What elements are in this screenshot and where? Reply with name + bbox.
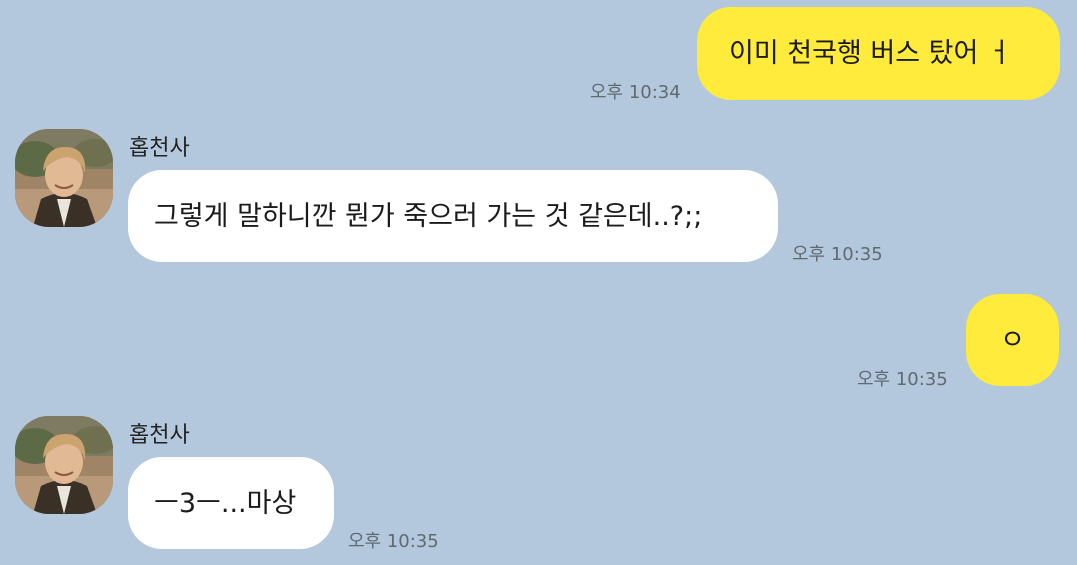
contact-name: 홉천사 [129, 136, 190, 161]
my-message-bubble[interactable]: 이미 천국행 버스 탔어 ㅓ [697, 7, 1060, 100]
my-message-bubble[interactable]: ㅇ [966, 294, 1059, 386]
message-timestamp: 오후 10:34 [590, 82, 681, 103]
message-timestamp: 오후 10:35 [792, 244, 883, 265]
contact-avatar[interactable] [15, 416, 113, 514]
message-text: ㅇ [1000, 324, 1025, 356]
chat-window: 이미 천국행 버스 탔어 ㅓ 오후 10:34 홉천사 그렇게 말하니깐 뭔가 … [0, 0, 1077, 565]
message-timestamp: 오후 10:35 [857, 369, 948, 390]
their-message-bubble[interactable]: ㅡ3ㅡ...마상 [128, 457, 334, 549]
message-timestamp: 오후 10:35 [348, 531, 439, 552]
contact-name: 홉천사 [129, 423, 190, 448]
message-text: 이미 천국행 버스 탔어 ㅓ [729, 38, 1012, 69]
message-text: ㅡ3ㅡ...마상 [154, 487, 297, 519]
profile-photo-icon [15, 129, 113, 227]
message-text: 그렇게 말하니깐 뭔가 죽으러 가는 것 같은데..?;; [154, 200, 703, 232]
profile-photo-icon [15, 416, 113, 514]
their-message-bubble[interactable]: 그렇게 말하니깐 뭔가 죽으러 가는 것 같은데..?;; [128, 170, 778, 262]
contact-avatar[interactable] [15, 129, 113, 227]
